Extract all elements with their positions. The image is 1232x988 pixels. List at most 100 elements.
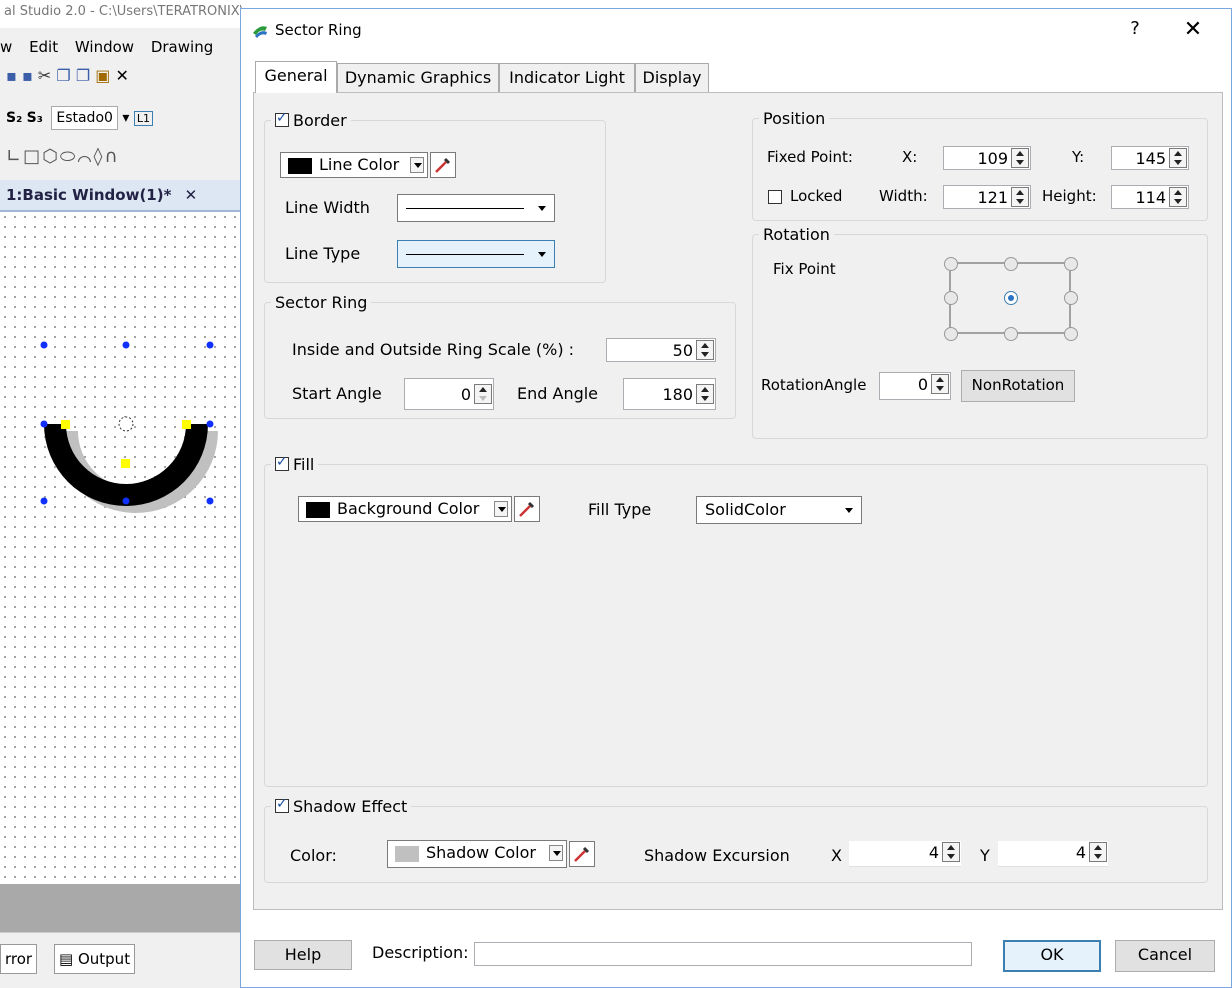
fill-checkbox[interactable]: [275, 454, 289, 471]
chevron-down-icon[interactable]: [549, 845, 563, 861]
arc-icon[interactable]: ⌒: [77, 146, 93, 167]
border-checkbox[interactable]: [275, 110, 289, 127]
fix-point-bottom-right[interactable]: [1064, 327, 1078, 341]
copy2-icon[interactable]: ❐: [76, 66, 90, 85]
start-angle-spinner[interactable]: 0: [404, 378, 494, 410]
spinner-arrows-icon[interactable]: [1169, 148, 1187, 168]
help-icon[interactable]: ?: [1125, 18, 1145, 39]
drawing-canvas[interactable]: [0, 212, 245, 884]
spinner-arrows-icon[interactable]: [474, 384, 492, 404]
line-width-preview: [406, 208, 524, 209]
menu-edit[interactable]: Edit: [29, 38, 58, 56]
delete-icon[interactable]: ✕: [115, 66, 128, 85]
s2-icon[interactable]: S₂: [6, 110, 22, 126]
error-tab[interactable]: rror: [0, 944, 38, 974]
fill-type-combo[interactable]: SolidColor: [696, 496, 862, 524]
tab-dynamic-graphics[interactable]: Dynamic Graphics: [337, 63, 499, 93]
pos-y-spinner[interactable]: 145: [1111, 146, 1189, 170]
save-all-icon[interactable]: ▪: [22, 66, 33, 85]
spinner-arrows-icon[interactable]: [1169, 187, 1187, 207]
dialog-title: Sector Ring: [275, 21, 362, 39]
cancel-button[interactable]: Cancel: [1115, 940, 1215, 972]
shadow-group: Shadow Effect Color: Shadow Color Shadow…: [264, 796, 1208, 883]
spinner-arrows-icon[interactable]: [942, 842, 960, 862]
spinner-arrows-icon[interactable]: [931, 374, 949, 394]
locked-checkbox[interactable]: [768, 190, 782, 204]
close-icon[interactable]: ✕: [1181, 17, 1205, 42]
fix-point-middle-left[interactable]: [944, 291, 958, 305]
fix-point-center[interactable]: [1004, 291, 1018, 305]
copy-icon[interactable]: ❐: [56, 66, 70, 85]
sector-icon[interactable]: ◊: [93, 146, 104, 167]
description-input[interactable]: [474, 942, 972, 966]
paste-icon[interactable]: ▣: [95, 66, 110, 85]
rect-icon[interactable]: □: [23, 146, 42, 167]
tab-display[interactable]: Display: [635, 63, 709, 93]
tab-indicator-light[interactable]: Indicator Light: [499, 63, 635, 93]
fix-point-top-left[interactable]: [944, 257, 958, 271]
dialog-titlebar[interactable]: Sector Ring ? ✕: [241, 9, 1231, 49]
shadow-x-spinner[interactable]: 4: [849, 841, 961, 867]
line-width-combo[interactable]: [397, 194, 555, 222]
ring-icon[interactable]: ∩: [104, 146, 119, 167]
sector-ring-shape[interactable]: [0, 212, 245, 884]
line-width-label: Line Width: [285, 198, 370, 217]
width-spinner[interactable]: 121: [943, 185, 1031, 209]
save-icon[interactable]: ▪: [6, 66, 17, 85]
help-button[interactable]: Help: [254, 940, 352, 970]
menu-drawing[interactable]: Drawing: [151, 38, 213, 56]
shadow-checkbox[interactable]: [275, 796, 289, 813]
state-select[interactable]: Estado0: [51, 106, 118, 130]
window-tab[interactable]: 1:Basic Window(1)* ✕: [0, 180, 245, 212]
chevron-down-icon[interactable]: [494, 501, 508, 517]
background-color-picker[interactable]: Background Color: [298, 496, 512, 522]
menu-view[interactable]: w: [0, 38, 12, 56]
pos-x-spinner[interactable]: 109: [943, 146, 1031, 170]
fix-point-top-right[interactable]: [1064, 257, 1078, 271]
eyedropper-icon[interactable]: [430, 152, 456, 178]
close-icon[interactable]: ✕: [185, 186, 198, 204]
spinner-arrows-icon[interactable]: [1089, 842, 1107, 862]
eyedropper-icon[interactable]: [514, 496, 540, 522]
app-icon: [253, 26, 267, 38]
tab-general[interactable]: General: [255, 61, 337, 93]
polygon-icon[interactable]: ⬡: [42, 146, 60, 167]
spinner-arrows-icon[interactable]: [696, 384, 714, 404]
chevron-down-icon[interactable]: [410, 157, 424, 173]
spinner-arrows-icon[interactable]: [696, 340, 714, 360]
height-spinner[interactable]: 114: [1111, 185, 1189, 209]
s3-icon[interactable]: S₃: [27, 110, 43, 126]
shadow-excursion-label: Shadow Excursion: [644, 846, 790, 865]
eyedropper-icon[interactable]: [569, 841, 595, 867]
cut-icon[interactable]: ✂: [38, 66, 51, 85]
line-type-combo[interactable]: [397, 240, 555, 268]
ide-status-area: [0, 884, 245, 932]
line-color-picker[interactable]: Line Color: [280, 152, 428, 178]
rotation-angle-label: RotationAngle: [761, 376, 867, 394]
ide-window: al Studio 2.0 - C:\Users\TERATRONIX\Desk…: [0, 0, 245, 988]
fix-point-bottom-center[interactable]: [1004, 327, 1018, 341]
chevron-down-icon[interactable]: ▾: [122, 110, 129, 126]
ok-button[interactable]: OK: [1003, 940, 1101, 972]
menu-window[interactable]: Window: [75, 38, 134, 56]
rotation-angle-spinner[interactable]: 0: [879, 372, 951, 400]
shadow-color-picker[interactable]: Shadow Color: [387, 840, 567, 868]
fix-point-middle-right[interactable]: [1064, 291, 1078, 305]
spinner-arrows-icon[interactable]: [1011, 148, 1029, 168]
shadow-y-spinner[interactable]: 4: [998, 841, 1108, 867]
l1-icon[interactable]: L1: [133, 111, 153, 126]
fix-point-top-center[interactable]: [1004, 257, 1018, 271]
end-angle-spinner[interactable]: 180: [623, 378, 716, 410]
chevron-down-icon: [538, 206, 546, 211]
output-tab-label: Output: [77, 950, 131, 968]
spinner-arrows-icon[interactable]: [1011, 187, 1029, 207]
position-legend: Position: [763, 109, 826, 128]
sector-ring-legend: Sector Ring: [275, 293, 368, 312]
line-icon[interactable]: ∟: [6, 146, 23, 167]
border-legend: Border: [271, 110, 351, 130]
fix-point-bottom-left[interactable]: [944, 327, 958, 341]
ring-scale-spinner[interactable]: 50: [606, 338, 716, 362]
ellipse-icon[interactable]: ⬭: [60, 146, 77, 167]
output-tab[interactable]: ▤ Output: [54, 944, 136, 974]
nonrotation-button[interactable]: NonRotation: [961, 370, 1075, 402]
